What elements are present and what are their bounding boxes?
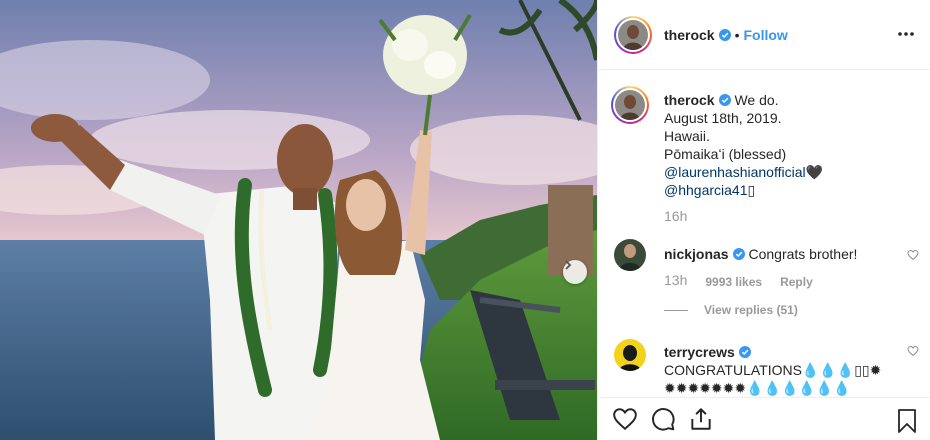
avatar bbox=[618, 19, 648, 50]
verified-badge-icon bbox=[718, 28, 731, 41]
separator-dot: • bbox=[734, 26, 740, 43]
view-replies-label: View replies (51) bbox=[704, 303, 798, 317]
avatar[interactable] bbox=[614, 339, 646, 371]
comment-text-continued: ✹✹✹✹✹✹✹💧💧💧💧💧💧 bbox=[664, 380, 851, 396]
verified-badge-icon bbox=[738, 346, 751, 358]
heart-emoji: 🖤 bbox=[805, 164, 824, 180]
comment-text: Congrats brother! bbox=[748, 246, 858, 262]
mention-link[interactable]: @laurenhashianofficial bbox=[664, 164, 806, 180]
comment-timestamp[interactable]: 13h bbox=[664, 271, 687, 291]
verified-badge-icon bbox=[718, 94, 731, 106]
share-icon[interactable] bbox=[688, 406, 714, 432]
emoji-glyph: ▯ bbox=[747, 182, 756, 198]
more-options-icon[interactable] bbox=[896, 24, 916, 44]
comment-like-heart-icon[interactable] bbox=[907, 249, 919, 261]
caption-avatar-ring[interactable] bbox=[611, 86, 649, 124]
post-photo[interactable] bbox=[0, 0, 597, 440]
caption-username[interactable]: therock bbox=[664, 92, 715, 108]
post-header: therock • Follow bbox=[598, 0, 930, 70]
caption-timestamp[interactable]: 16h bbox=[664, 207, 823, 225]
comment-like-heart-icon[interactable] bbox=[907, 345, 919, 357]
caption-line: August 18th, 2019. bbox=[664, 110, 782, 126]
avatar[interactable] bbox=[614, 239, 646, 271]
comment-body: terrycrews CONGRATULATIONS💧💧💧▯▯✹ ✹✹✹✹✹✹✹… bbox=[664, 339, 894, 397]
avatar bbox=[615, 90, 645, 120]
verified-badge-icon bbox=[732, 248, 745, 260]
view-replies-button[interactable]: View replies (51) bbox=[664, 301, 894, 319]
comment-username[interactable]: terrycrews bbox=[664, 344, 735, 360]
caption-body: therock We do. August 18th, 2019. Hawaii… bbox=[664, 91, 823, 239]
comment: nickjonas Congrats brother! 13h 9993 lik… bbox=[614, 239, 919, 339]
heart-icon[interactable] bbox=[612, 406, 638, 432]
action-bar bbox=[598, 397, 930, 440]
header-username[interactable]: therock bbox=[664, 27, 715, 43]
caption-line: Pōmaikaʻi (blessed) bbox=[664, 146, 787, 162]
caption: therock We do. August 18th, 2019. Hawaii… bbox=[611, 86, 915, 239]
comment-icon[interactable] bbox=[650, 406, 676, 432]
carousel-next-button[interactable] bbox=[563, 260, 587, 284]
comment-body: nickjonas Congrats brother! 13h 9993 lik… bbox=[664, 239, 894, 339]
comment-likes[interactable]: 9993 likes bbox=[705, 273, 762, 291]
instagram-post: therock • Follow therock We do. August 1… bbox=[0, 0, 930, 440]
follow-button[interactable]: Follow bbox=[743, 27, 787, 43]
caption-line: We do. bbox=[734, 92, 779, 108]
post-side-panel: therock • Follow therock We do. August 1… bbox=[597, 0, 930, 440]
comments-list[interactable]: therock We do. August 18th, 2019. Hawaii… bbox=[598, 71, 930, 397]
comment-username[interactable]: nickjonas bbox=[664, 246, 729, 262]
reply-button[interactable]: Reply bbox=[780, 273, 813, 291]
wedding-photo bbox=[0, 0, 597, 440]
story-ring[interactable] bbox=[614, 15, 652, 54]
comment: terrycrews CONGRATULATIONS💧💧💧▯▯✹ ✹✹✹✹✹✹✹… bbox=[614, 339, 919, 397]
comment-meta: 13h 9993 likes Reply bbox=[664, 271, 894, 291]
divider bbox=[664, 309, 688, 311]
chevron-right-icon bbox=[565, 260, 572, 270]
comment-text: CONGRATULATIONS💧💧💧▯▯✹ bbox=[664, 362, 882, 378]
caption-line: Hawaii. bbox=[664, 128, 710, 144]
mention-link[interactable]: @hhgarcia41 bbox=[664, 182, 748, 198]
bookmark-icon[interactable] bbox=[895, 408, 919, 434]
